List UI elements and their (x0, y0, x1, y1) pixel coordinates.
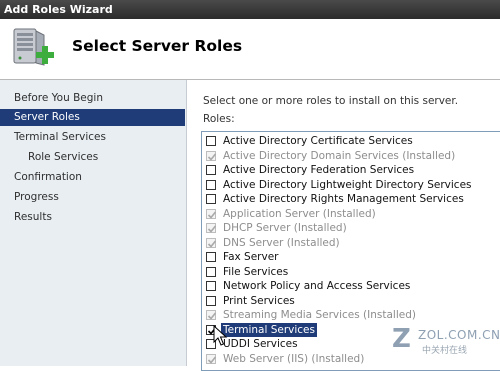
checkbox[interactable] (206, 136, 216, 146)
checkbox-checked (206, 353, 217, 364)
main-content: Select one or more roles to install on t… (187, 80, 500, 371)
checkbox-checked (206, 310, 217, 320)
sidebar-item-progress[interactable]: Progress (0, 189, 185, 206)
role-label: Fax Server (223, 251, 279, 263)
checkbox[interactable] (206, 281, 216, 291)
sidebar-item-server-roles[interactable]: Server Roles (0, 109, 185, 126)
role-label: Active Directory Federation Services (223, 164, 415, 176)
instruction-text: Select one or more roles to install on t… (203, 95, 459, 107)
mouse-cursor-icon (213, 325, 228, 346)
role-label: Streaming Media Services (Installed) (223, 309, 416, 321)
role-label: Network Policy and Access Services (223, 280, 411, 292)
role-item[interactable]: File Services (202, 265, 500, 280)
roles-label: Roles: (203, 113, 235, 125)
role-label: Application Server (Installed) (223, 207, 376, 220)
checkbox-checked (206, 237, 217, 248)
checkbox[interactable] (206, 295, 216, 306)
checkbox[interactable] (206, 179, 216, 190)
checkbox-checked (206, 208, 217, 219)
role-item[interactable]: Fax Server (202, 250, 500, 265)
role-item[interactable]: Active Directory Lightweight Directory S… (202, 178, 500, 193)
role-label: Terminal Services (220, 321, 318, 338)
role-label: DNS Server (Installed) (223, 236, 340, 249)
role-item[interactable]: DHCP Server (Installed) (202, 221, 500, 236)
role-item[interactable]: Active Directory Rights Management Servi… (202, 192, 500, 207)
check-icon (207, 225, 217, 233)
sidebar-item-results[interactable]: Results (0, 209, 185, 226)
role-item[interactable]: Streaming Media Services (Installed) (202, 308, 500, 323)
checkbox[interactable] (206, 194, 216, 204)
check-icon (207, 152, 217, 161)
role-item[interactable]: Print Services (202, 294, 500, 309)
checkbox-checked (206, 150, 217, 161)
role-item[interactable]: DNS Server (Installed) (202, 236, 500, 251)
role-label: Active Directory Rights Management Servi… (223, 193, 464, 205)
watermark-logo-icon: Z (392, 324, 411, 354)
role-label: Print Services (223, 294, 295, 307)
checkbox[interactable] (206, 252, 216, 262)
role-label: File Services (223, 265, 289, 278)
title-bar: Add Roles Wizard (0, 0, 500, 19)
sidebar-item-terminal-services[interactable]: Terminal Services (0, 129, 185, 146)
checkbox[interactable] (206, 165, 216, 175)
check-icon (207, 239, 217, 248)
checkbox-checked (206, 223, 217, 233)
role-item[interactable]: Active Directory Federation Services (202, 163, 500, 178)
sidebar-item-confirmation[interactable]: Confirmation (0, 169, 185, 186)
role-label: UDDI Services (223, 338, 298, 350)
page-title: Select Server Roles (72, 37, 243, 55)
sidebar-item-role-services[interactable]: Role Services (0, 149, 185, 166)
watermark-url: ZOL.COM.CN (418, 328, 500, 342)
watermark: Z ZOL.COM.CN 中关村在线 (392, 324, 500, 360)
role-label: Active Directory Certificate Services (223, 135, 413, 147)
role-label: DHCP Server (Installed) (223, 222, 347, 234)
role-item[interactable]: Active Directory Certificate Services (202, 134, 500, 149)
role-label: Active Directory Domain Services (Instal… (223, 149, 456, 162)
sidebar-item-before-you-begin[interactable]: Before You Begin (0, 90, 185, 107)
role-item[interactable]: Network Policy and Access Services (202, 279, 500, 294)
window-title: Add Roles Wizard (4, 3, 113, 16)
check-icon (207, 355, 217, 364)
server-add-icon (8, 25, 56, 73)
check-icon (207, 210, 217, 219)
wizard-sidebar: Before You Begin Server Roles Terminal S… (0, 80, 187, 366)
check-icon (207, 312, 217, 320)
role-label: Web Server (IIS) (Installed) (223, 352, 365, 365)
role-item[interactable]: Application Server (Installed) (202, 207, 500, 222)
role-label: Active Directory Lightweight Directory S… (223, 178, 472, 191)
checkbox[interactable] (206, 266, 216, 277)
wizard-header: Select Server Roles (0, 19, 500, 80)
role-item[interactable]: Active Directory Domain Services (Instal… (202, 149, 500, 164)
watermark-cn: 中关村在线 (422, 346, 468, 356)
